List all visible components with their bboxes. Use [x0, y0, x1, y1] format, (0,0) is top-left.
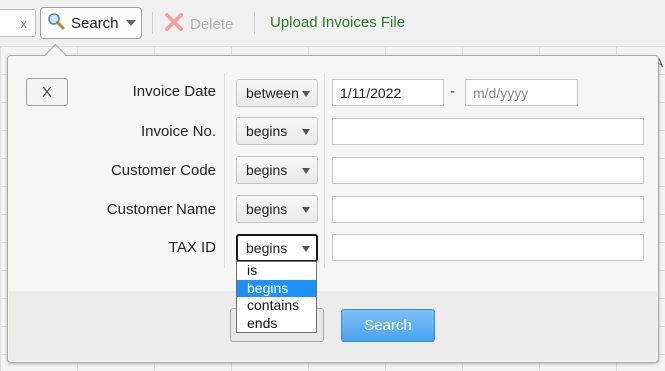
invoice-date-from-value: 1/11/2022: [340, 84, 402, 101]
invoice-date-label: Invoice Date: [132, 83, 216, 100]
customer-code-operator-value: begins: [246, 162, 288, 178]
customer-name-operator-value: begins: [246, 201, 288, 217]
invoice-no-operator-select[interactable]: begins: [236, 117, 318, 145]
toolbar-divider: [152, 12, 153, 34]
column-divider: [324, 73, 325, 268]
column-divider: [224, 73, 225, 268]
close-panel-label: X: [41, 83, 52, 101]
invoice-date-operator-select[interactable]: between: [236, 79, 318, 107]
tax-id-input[interactable]: [332, 234, 644, 261]
dropdown-option-contains[interactable]: contains: [237, 297, 316, 315]
tax-id-operator-dropdown: is begins contains ends: [236, 261, 317, 333]
caret-down-icon: [302, 129, 310, 135]
search-submit-label: Search: [364, 317, 412, 334]
caret-down-icon: [302, 246, 310, 252]
invoice-date-to-input[interactable]: m/d/yyyy: [465, 79, 578, 106]
date-range-separator: -: [450, 83, 455, 100]
customer-code-input[interactable]: [332, 157, 644, 184]
toolbar-divider: [254, 12, 255, 34]
caret-down-icon: [302, 91, 310, 97]
delete-x-icon: [164, 12, 184, 36]
search-submit-button[interactable]: Search: [341, 309, 435, 342]
invoice-date-to-placeholder: m/d/yyyy: [473, 84, 529, 101]
tax-id-operator-value: begins: [246, 240, 288, 256]
tax-id-label: TAX ID: [168, 239, 216, 256]
customer-name-input[interactable]: [332, 196, 644, 223]
chevron-down-icon: [125, 20, 136, 26]
invoice-no-input[interactable]: [332, 118, 644, 145]
toolbar: x Search Delete Upload Invoices File: [0, 0, 665, 46]
clear-filter-button[interactable]: x: [0, 9, 36, 37]
customer-code-label: Customer Code: [110, 162, 216, 179]
search-panel-footer: [9, 291, 657, 361]
search-toggle-label: Search: [71, 14, 119, 32]
tax-id-operator-select[interactable]: begins: [236, 234, 318, 262]
invoice-no-operator-value: begins: [246, 123, 288, 139]
dropdown-option-begins[interactable]: begins: [237, 279, 316, 297]
customer-code-operator-select[interactable]: begins: [236, 156, 318, 184]
upload-invoices-link[interactable]: Upload Invoices File: [270, 14, 405, 31]
close-panel-button[interactable]: X: [26, 78, 68, 106]
clear-filter-label: x: [20, 15, 28, 31]
caret-down-icon: [302, 168, 310, 174]
delete-button[interactable]: Delete: [164, 12, 233, 36]
invoice-date-operator-value: between: [246, 85, 299, 101]
search-toggle-button[interactable]: Search: [40, 7, 142, 39]
invoice-no-label: Invoice No.: [140, 123, 216, 140]
dropdown-option-is[interactable]: is: [237, 262, 316, 280]
dropdown-option-ends[interactable]: ends: [237, 315, 316, 333]
invoice-date-from-input[interactable]: 1/11/2022: [332, 79, 444, 106]
caret-down-icon: [302, 207, 310, 213]
magnifier-icon: [47, 12, 65, 34]
customer-name-label: Customer Name: [106, 201, 216, 218]
delete-label: Delete: [190, 15, 234, 33]
customer-name-operator-select[interactable]: begins: [236, 195, 318, 223]
